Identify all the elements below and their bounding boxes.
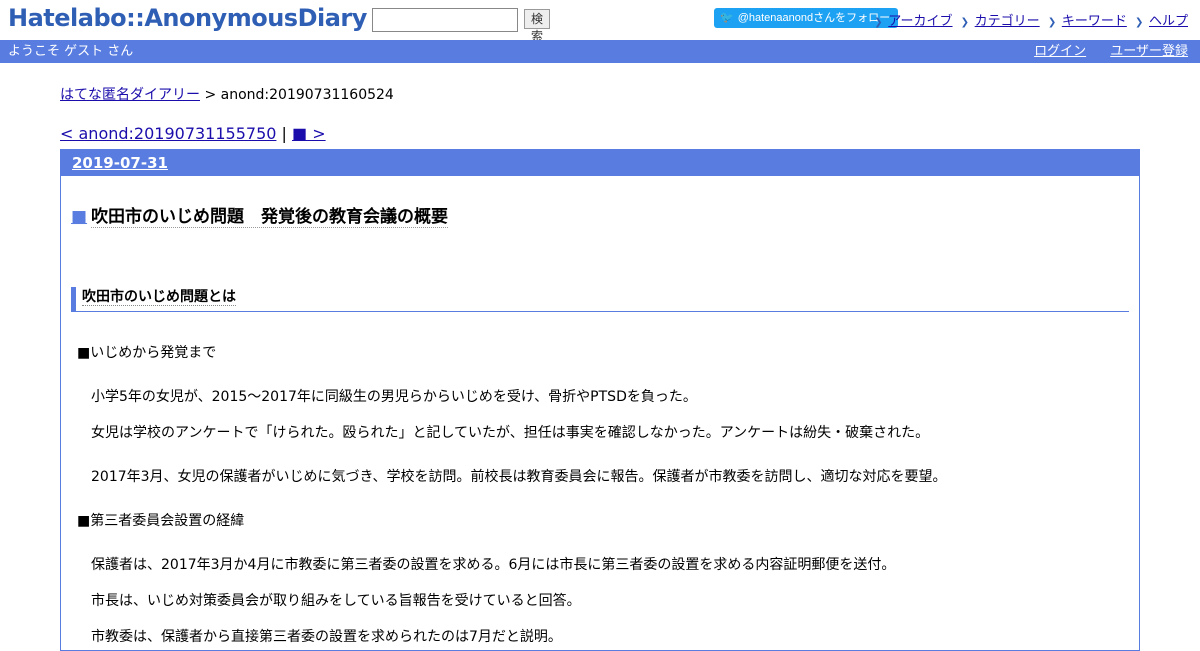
arrow-icon: ❯ (1134, 17, 1144, 28)
day-header: 2019-07-31 (61, 150, 1139, 176)
next-entry-link[interactable]: ■ > (292, 124, 326, 143)
welcome-text: ようこそ ゲスト さん (8, 44, 134, 59)
search-input[interactable] (372, 8, 518, 32)
top-header: Hatelabo::AnonymousDiary 検索 🐦 @hatenaanon… (0, 0, 1200, 43)
entry-permalink[interactable]: ■ (71, 207, 87, 227)
login-link[interactable]: ログイン (1034, 44, 1086, 59)
prev-entry-link[interactable]: < anond:20190731155750 (60, 124, 276, 143)
nav-category[interactable]: カテゴリー (975, 14, 1040, 29)
breadcrumb-home[interactable]: はてな匿名ダイアリー (60, 87, 200, 103)
breadcrumb-sep: > (200, 87, 221, 103)
register-link[interactable]: ユーザー登録 (1110, 44, 1188, 59)
entry-title: ■ 吹田市のいじめ問題 発覚後の教育会議の概要 (71, 202, 1139, 228)
site-logo[interactable]: Hatelabo::AnonymousDiary (8, 4, 367, 32)
user-bar: ようこそ ゲスト さん ログイン ユーザー登録 (0, 40, 1200, 63)
paragraph-5: 市長は、いじめ対策委員会が取り組みをしている旨報告を受けていると回答。 (91, 593, 581, 609)
nav-help[interactable]: ヘルプ (1149, 14, 1188, 29)
paragraph-1: 小学5年の女児が、2015～2017年に同級生の男児らからいじめを受け、骨折やP… (91, 389, 697, 405)
paragraph-6: 市教委は、保護者から直接第三者委の設置を求められたのは7月だと説明。 (91, 629, 562, 645)
paragraph-2: 女児は学校のアンケートで「けられた。殴られた」と記していたが、担任は事実を確認し… (91, 425, 930, 441)
top-nav: ❯ アーカイブ ❯ カテゴリー ❯ キーワード ❯ ヘルプ (870, 10, 1188, 29)
subsection-heading-1: ■いじめから発覚まで (77, 345, 217, 361)
nav-keyword[interactable]: キーワード (1062, 14, 1127, 29)
search-button[interactable]: 検索 (524, 9, 551, 43)
day-date-link[interactable]: 2019-07-31 (72, 154, 168, 172)
twitter-bird-icon: 🐦 (720, 12, 734, 24)
pager-sep: | (276, 124, 292, 143)
main-content: はてな匿名ダイアリー > anond:20190731160524 < anon… (60, 84, 1140, 651)
paragraph-3: 2017年3月、女児の保護者がいじめに気づき、学校を訪問。前校長は教育委員会に報… (91, 469, 947, 485)
account-links: ログイン ユーザー登録 (1014, 40, 1188, 63)
follow-label: @hatenaanondさんをフォロー (737, 12, 891, 24)
entry-pager: < anond:20190731155750 | ■ > (60, 124, 1140, 143)
paragraph-4: 保護者は、2017年3月か4月に市教委に第三者委の設置を求める。6月には市長に第… (91, 557, 896, 573)
nav-archive[interactable]: アーカイブ (888, 14, 952, 29)
section-heading: 吹田市のいじめ問題とは (71, 287, 1129, 312)
subsection-heading-2: ■第三者委員会設置の経緯 (77, 513, 245, 529)
breadcrumb-current: anond:20190731160524 (220, 87, 394, 103)
day-section: 2019-07-31 ■ 吹田市のいじめ問題 発覚後の教育会議の概要 吹田市のいじ… (60, 149, 1140, 651)
search-form: 検索 (372, 8, 551, 43)
entry-title-text: 吹田市のいじめ問題 発覚後の教育会議の概要 (91, 207, 449, 228)
arrow-icon: ❯ (960, 17, 970, 28)
breadcrumb: はてな匿名ダイアリー > anond:20190731160524 (60, 84, 1140, 104)
arrow-icon: ❯ (874, 17, 883, 28)
arrow-icon: ❯ (1047, 17, 1057, 28)
